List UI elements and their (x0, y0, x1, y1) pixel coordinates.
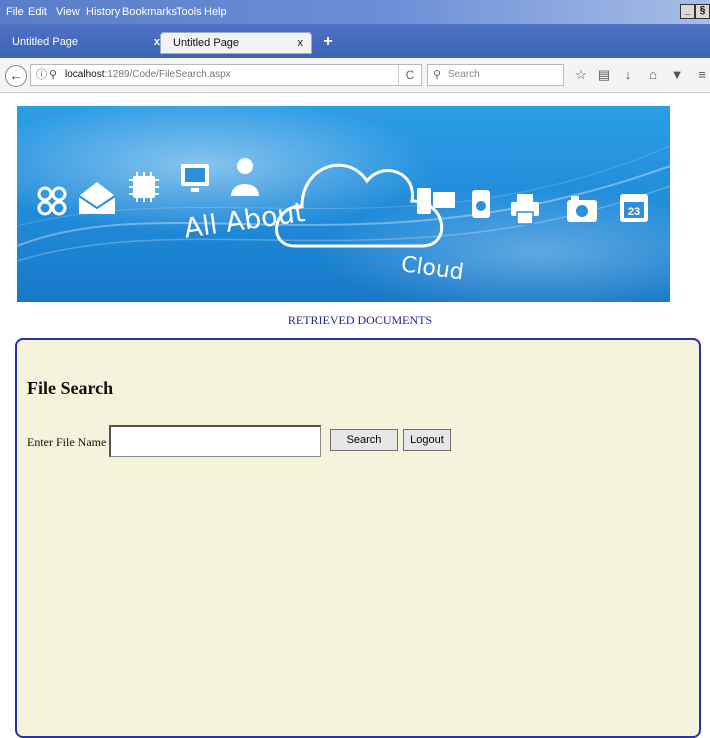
mail-icon (78, 182, 116, 214)
pocket-icon[interactable]: ▼ (668, 66, 686, 84)
search-button[interactable]: Search (330, 429, 398, 451)
menu-view[interactable]: View (56, 0, 80, 24)
disk-icon (472, 190, 490, 218)
menu-history[interactable]: History (86, 0, 120, 24)
chip-icon (129, 172, 159, 202)
url-host: localhost (65, 69, 105, 80)
url-path: :1289/Code/FileSearch.aspx (104, 69, 231, 80)
tab-label: Untitled Page (12, 36, 79, 48)
menu-edit[interactable]: Edit (28, 0, 47, 24)
page-title: File Search (27, 378, 114, 398)
home-icon[interactable]: ⌂ (644, 66, 662, 84)
tab-close-icon[interactable]: x (298, 33, 304, 53)
apps-icon (37, 186, 67, 216)
new-tab-button[interactable]: + (318, 32, 338, 52)
menu-icon[interactable]: ≡ (693, 66, 710, 84)
minimize-button[interactable]: _ (680, 4, 695, 19)
cloud-banner: 23 All About Cloud (17, 106, 670, 302)
file-name-label: Enter File Name : (27, 435, 113, 449)
menu-help[interactable]: Help (204, 0, 227, 24)
info-icon[interactable]: ⓘ (36, 65, 47, 85)
menu-bookmarks[interactable]: Bookmarks (122, 0, 177, 24)
tab-label: Untitled Page (173, 37, 240, 49)
search-icon: ⚲ (433, 69, 442, 81)
user-icon (231, 158, 259, 196)
reading-list-icon[interactable]: ▤ (595, 66, 613, 84)
search-placeholder: Search (448, 69, 480, 80)
retrieved-documents-link[interactable]: RETRIEVED DOCUMENTS (0, 313, 710, 328)
download-icon[interactable]: ↓ (619, 66, 637, 84)
printer-icon (511, 194, 539, 225)
reload-icon[interactable]: C (398, 65, 421, 85)
star-icon[interactable]: ☆ (572, 66, 590, 84)
tab-untitled-1[interactable]: Untitled Page x (0, 32, 170, 54)
menu-file[interactable]: File (6, 0, 24, 24)
key-icon: ⚲ (49, 69, 58, 81)
menu-tools[interactable]: Tools (176, 0, 202, 24)
url-bar[interactable]: ⓘ ⚲ localhost:1289/Code/FileSearch.aspx … (30, 64, 422, 86)
tab-untitled-2[interactable]: Untitled Page x (160, 32, 312, 54)
nav-bar: ← ⓘ ⚲ localhost:1289/Code/FileSearch.asp… (0, 58, 710, 93)
menu-bar: File Edit View History Bookmarks Tools H… (0, 0, 710, 24)
banner-graphic: 23 (17, 145, 670, 262)
back-button[interactable]: ← (5, 65, 27, 87)
url-text: localhost:1289/Code/FileSearch.aspx (65, 65, 231, 85)
monitor-icon (181, 164, 209, 192)
camera-icon (567, 196, 597, 222)
logout-button[interactable]: Logout (403, 429, 451, 451)
calendar-icon: 23 (620, 194, 648, 222)
search-bar[interactable]: ⚲ Search (427, 64, 564, 86)
restore-button[interactable]: § (695, 4, 710, 19)
tab-bar: Untitled Page x Untitled Page x + (0, 24, 710, 58)
file-name-input[interactable] (109, 425, 321, 457)
calendar-day: 23 (628, 206, 640, 218)
file-search-panel: File Search Enter File Name : Search Log… (15, 338, 701, 738)
